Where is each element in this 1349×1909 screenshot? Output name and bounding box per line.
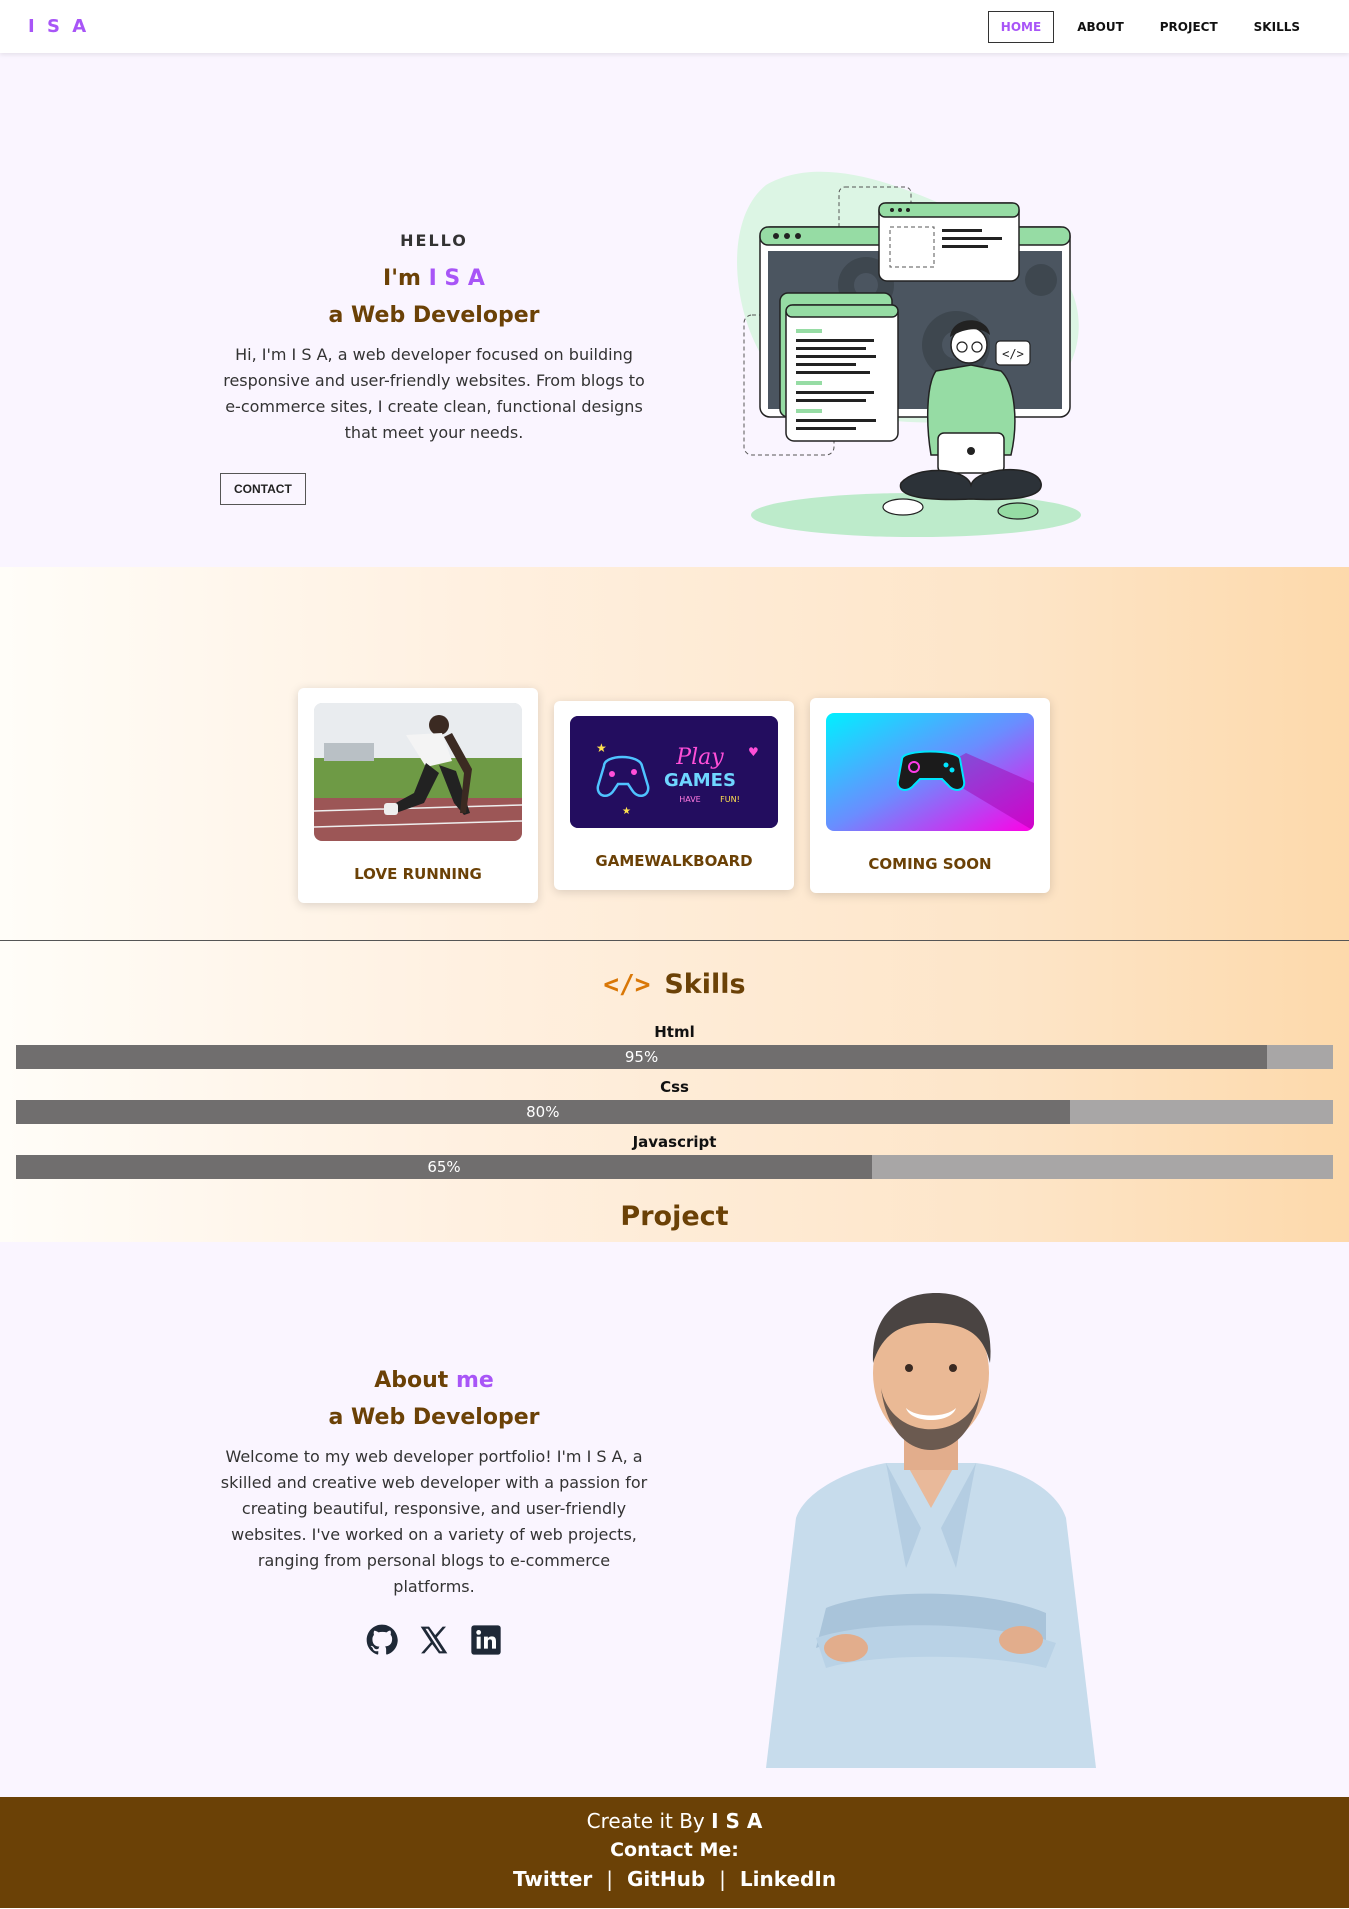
skill-name-javascript: Javascript — [632, 1133, 717, 1151]
hero-name-accent: I S A — [428, 266, 485, 291]
about-role: a Web Developer — [328, 1405, 540, 1430]
footer-separator: | — [719, 1867, 726, 1891]
hero-role: a Web Developer — [328, 303, 540, 328]
nav-link-about[interactable]: ABOUT — [1064, 11, 1137, 43]
project-label: LOVE RUNNING — [354, 865, 482, 883]
hero-description: Hi, I'm I S A, a web developer focused o… — [223, 345, 645, 442]
footer-separator: | — [606, 1867, 614, 1891]
github-icon[interactable] — [366, 1624, 398, 1656]
logo[interactable]: I S A — [28, 16, 89, 37]
footer: Create it By I S A Contact Me: Twitter |… — [0, 1797, 1349, 1908]
svg-text:GAMES: GAMES — [664, 770, 736, 791]
skills-heading: Skills — [664, 969, 746, 1000]
project-card-gamewalkboard[interactable]: Play GAMES HAVE FUN! ★ ♥ ★ GAMEWALKBOARD — [554, 701, 794, 890]
skills-title: </> Skills — [0, 969, 1349, 1000]
skills-section: </> Skills Html 95% Css 80% Javascript 6… — [0, 941, 1349, 1242]
top-nav: I S A HOME ABOUT PROJECT SKILLS — [0, 0, 1349, 53]
svg-text:★: ★ — [596, 741, 607, 755]
project-label: GAMEWALKBOARD — [595, 852, 753, 870]
nav-link-skills[interactable]: SKILLS — [1241, 11, 1313, 43]
skill-bar-fill: 80% — [16, 1100, 1070, 1124]
projects-skills-wrapper: Project LOVE RUNNING Play GAMES HAVE FUN… — [0, 567, 1349, 1242]
footer-credit-prefix: Create it By — [586, 1809, 705, 1833]
nav-links: HOME ABOUT PROJECT SKILLS — [987, 10, 1313, 43]
about-title-part2: me — [455, 1368, 494, 1393]
projects-section: Project LOVE RUNNING Play GAMES HAVE FUN… — [0, 567, 1349, 1232]
svg-text:</>: </> — [1002, 347, 1024, 361]
footer-contact-label: Contact Me: — [610, 1839, 739, 1861]
about-section: About me a Web Developer Welcome to my w… — [0, 1242, 1349, 1797]
svg-text:HAVE: HAVE — [679, 795, 701, 804]
portrait-photo — [766, 1293, 1096, 1768]
skill-bar-fill: 95% — [16, 1045, 1268, 1069]
x-icon[interactable] — [418, 1624, 450, 1656]
skill-bar-javascript: 65% — [16, 1155, 1333, 1179]
footer-links: Twitter | GitHub | LinkedIn — [0, 1867, 1349, 1891]
hero-name: I'm I S A — [220, 266, 648, 291]
nav-link-home[interactable]: HOME — [987, 10, 1055, 43]
svg-text:★: ★ — [622, 806, 631, 817]
footer-credit-name: I S A — [711, 1809, 763, 1833]
project-card-coming-soon[interactable]: COMING SOON — [810, 698, 1050, 893]
about-description: Welcome to my web developer portfolio! I… — [220, 1447, 648, 1596]
about-text: About me a Web Developer Welcome to my w… — [220, 1368, 648, 1656]
project-label: COMING SOON — [868, 855, 992, 873]
project-image-neon-games: Play GAMES HAVE FUN! ★ ♥ ★ — [570, 716, 778, 828]
about-title: About me — [220, 1368, 648, 1393]
developer-illustration: </> — [737, 171, 1081, 537]
skill-bar-fill: 65% — [16, 1155, 873, 1179]
hero-hello: HELLO — [400, 231, 468, 250]
footer-link-twitter[interactable]: Twitter — [513, 1867, 592, 1891]
footer-credit: Create it By I S A — [0, 1809, 1349, 1833]
nav-link-project[interactable]: PROJECT — [1147, 11, 1231, 43]
project-image-gamepad — [826, 713, 1034, 831]
svg-text:♥: ♥ — [748, 745, 759, 759]
svg-text:Play: Play — [675, 745, 724, 770]
hero-section: HELLO I'm I S A a Web Developer Hi, I'm … — [0, 53, 1349, 567]
svg-text:FUN!: FUN! — [720, 795, 740, 804]
code-icon: </> — [603, 969, 651, 1000]
skill-name-html: Html — [654, 1023, 695, 1041]
project-image-runner — [314, 703, 522, 841]
contact-button[interactable]: CONTACT — [220, 473, 306, 505]
hero-im: I'm — [383, 266, 421, 291]
hero-text: HELLO I'm I S A a Web Developer Hi, I'm … — [220, 231, 648, 505]
about-title-part1: About — [374, 1368, 449, 1393]
linkedin-icon[interactable] — [470, 1624, 502, 1656]
skill-bar-html: 95% — [16, 1045, 1333, 1069]
footer-link-linkedin[interactable]: LinkedIn — [740, 1867, 836, 1891]
project-card-love-running[interactable]: LOVE RUNNING — [298, 688, 538, 903]
skill-name-css: Css — [660, 1078, 689, 1096]
social-links — [220, 1624, 648, 1656]
skill-bar-css: 80% — [16, 1100, 1333, 1124]
footer-link-github[interactable]: GitHub — [627, 1867, 705, 1891]
